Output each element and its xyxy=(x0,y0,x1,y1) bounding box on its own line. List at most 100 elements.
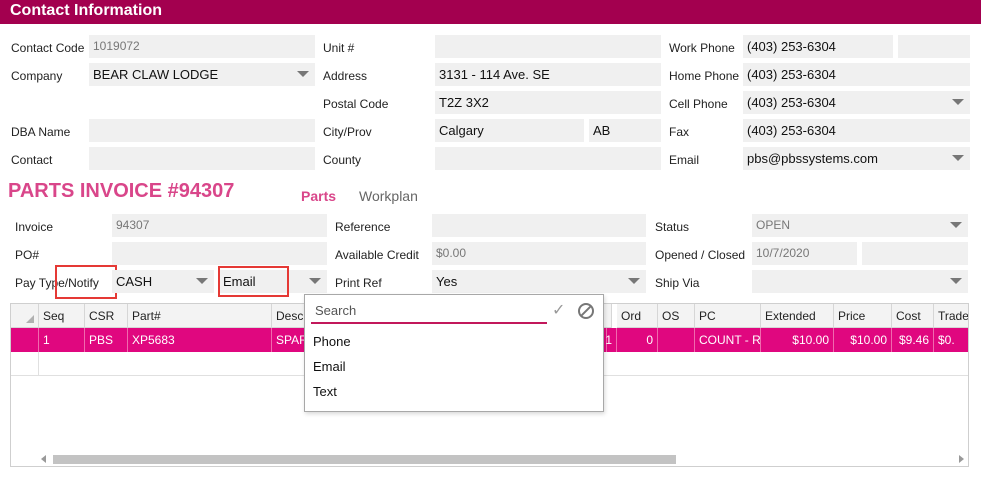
col-header-seq[interactable]: Seq xyxy=(39,304,85,328)
ship-via-select[interactable] xyxy=(752,270,968,293)
cell-ord: 0 xyxy=(617,328,658,352)
work-phone-label: Work Phone xyxy=(669,41,735,55)
cell-phone-value: (403) 253-6304 xyxy=(747,95,836,110)
dba-label: DBA Name xyxy=(11,125,71,139)
cell-cost: $9.46 xyxy=(892,328,934,352)
home-phone-field[interactable]: (403) 253-6304 xyxy=(743,63,970,86)
unit-field[interactable] xyxy=(435,35,661,58)
print-ref-value: Yes xyxy=(436,274,458,289)
col-header-os[interactable]: OS xyxy=(658,304,695,328)
col-header-pc[interactable]: PC xyxy=(695,304,761,328)
invoice-title: PARTS INVOICE #94307 xyxy=(8,180,235,202)
address-field[interactable]: 3131 - 114 Ave. SE xyxy=(435,63,661,86)
reference-field[interactable] xyxy=(432,214,646,237)
invoice-field[interactable]: 94307 xyxy=(112,214,327,237)
print-ref-select[interactable]: Yes xyxy=(432,270,646,293)
po-label: PO# xyxy=(15,248,40,262)
row-selector[interactable] xyxy=(11,328,39,352)
col-header-cost[interactable]: Cost xyxy=(892,304,934,328)
po-field[interactable] xyxy=(112,242,327,265)
cell-phone-label: Cell Phone xyxy=(669,97,728,111)
check-icon[interactable]: ✓ xyxy=(552,300,570,319)
postal-code-field[interactable]: T2Z 3X2 xyxy=(435,91,661,114)
email-select[interactable]: pbs@pbssystems.com xyxy=(743,147,970,170)
home-phone-label: Home Phone xyxy=(669,69,740,83)
closed-date-field[interactable] xyxy=(862,242,968,265)
chevron-down-icon[interactable] xyxy=(950,222,962,228)
col-header-trade[interactable]: Trade xyxy=(934,304,968,328)
work-phone-field[interactable]: (403) 253-6304 xyxy=(743,35,893,58)
horizontal-scrollbar[interactable] xyxy=(11,452,968,466)
address-label: Address xyxy=(323,69,368,83)
chevron-down-icon[interactable] xyxy=(952,155,964,161)
available-credit-label: Available Credit xyxy=(335,248,419,262)
fax-field[interactable]: (403) 253-6304 xyxy=(743,119,970,142)
col-header-price[interactable]: Price xyxy=(834,304,892,328)
tab-workplan[interactable]: Workplan xyxy=(359,188,418,204)
opened-date-field[interactable]: 10/7/2020 xyxy=(752,242,857,265)
tab-parts[interactable]: Parts xyxy=(301,188,336,204)
postal-code-label: Postal Code xyxy=(323,97,389,111)
clear-icon[interactable] xyxy=(578,303,594,319)
col-header-part[interactable]: Part# xyxy=(128,304,272,328)
chevron-down-icon[interactable] xyxy=(297,71,309,77)
opened-closed-label: Opened / Closed xyxy=(655,248,746,262)
col-header-extended[interactable]: Extended xyxy=(761,304,834,328)
contact-label: Contact xyxy=(11,153,53,167)
status-label: Status xyxy=(655,220,690,234)
notify-option-email[interactable]: Email xyxy=(313,359,346,374)
cell-extended: $10.00 xyxy=(761,328,834,352)
notify-highlight xyxy=(218,266,289,297)
contact-code-field[interactable]: 1019072 xyxy=(89,35,315,58)
chevron-down-icon[interactable] xyxy=(628,278,640,284)
notify-dropdown-popup: Search ✓ Phone Email Text xyxy=(304,294,604,412)
pay-type-value: CASH xyxy=(116,274,153,289)
new-row-selector[interactable] xyxy=(11,352,39,376)
chevron-down-icon[interactable] xyxy=(309,278,321,284)
cell-csr: PBS xyxy=(85,328,128,352)
cell-trade: $0. xyxy=(938,333,955,347)
county-label: County xyxy=(323,153,362,167)
pay-type-select[interactable]: CASH xyxy=(112,270,214,293)
cell-part: XP5683 xyxy=(128,328,272,352)
fax-label: Fax xyxy=(669,125,690,139)
work-phone-ext-field[interactable] xyxy=(898,35,970,58)
prov-field[interactable]: AB xyxy=(589,119,661,142)
unit-label: Unit # xyxy=(323,41,355,55)
status-value: OPEN xyxy=(756,218,791,232)
notify-search-input[interactable]: Search xyxy=(311,300,547,324)
select-all-corner[interactable] xyxy=(11,304,39,328)
pay-type-highlight xyxy=(55,265,117,299)
status-select[interactable]: OPEN xyxy=(752,214,968,237)
print-ref-label: Print Ref xyxy=(335,276,382,290)
city-prov-label: City/Prov xyxy=(323,125,372,139)
scroll-right-icon[interactable] xyxy=(959,455,964,463)
county-field[interactable] xyxy=(435,147,661,170)
email-value: pbs@pbssystems.com xyxy=(747,151,878,166)
cell-os xyxy=(658,328,695,352)
ship-via-label: Ship Via xyxy=(655,276,700,290)
cell-pc: COUNT - R xyxy=(695,328,761,352)
city-field[interactable]: Calgary xyxy=(435,119,584,142)
notify-option-text[interactable]: Text xyxy=(313,384,337,399)
chevron-down-icon[interactable] xyxy=(196,278,208,284)
reference-label: Reference xyxy=(335,220,391,234)
cell-seq: 1 xyxy=(39,328,85,352)
col-header-ord[interactable]: Ord xyxy=(617,304,658,328)
scroll-left-icon[interactable] xyxy=(41,455,46,463)
available-credit-field: $0.00 xyxy=(432,242,646,265)
scrollbar-thumb[interactable] xyxy=(53,455,676,464)
cell-phone-select[interactable]: (403) 253-6304 xyxy=(743,91,970,114)
email-label: Email xyxy=(669,153,700,167)
chevron-down-icon[interactable] xyxy=(950,278,962,284)
page-header: Contact Information xyxy=(0,0,981,24)
notify-option-phone[interactable]: Phone xyxy=(313,334,351,349)
company-select[interactable]: BEAR CLAW LODGE xyxy=(89,63,315,86)
company-value: BEAR CLAW LODGE xyxy=(93,67,219,82)
chevron-down-icon[interactable] xyxy=(952,99,964,105)
cell-price: $10.00 xyxy=(834,328,892,352)
col-header-csr[interactable]: CSR xyxy=(85,304,128,328)
contact-field[interactable] xyxy=(89,147,315,170)
dba-field[interactable] xyxy=(89,119,315,142)
contact-code-label: Contact Code xyxy=(11,41,85,55)
